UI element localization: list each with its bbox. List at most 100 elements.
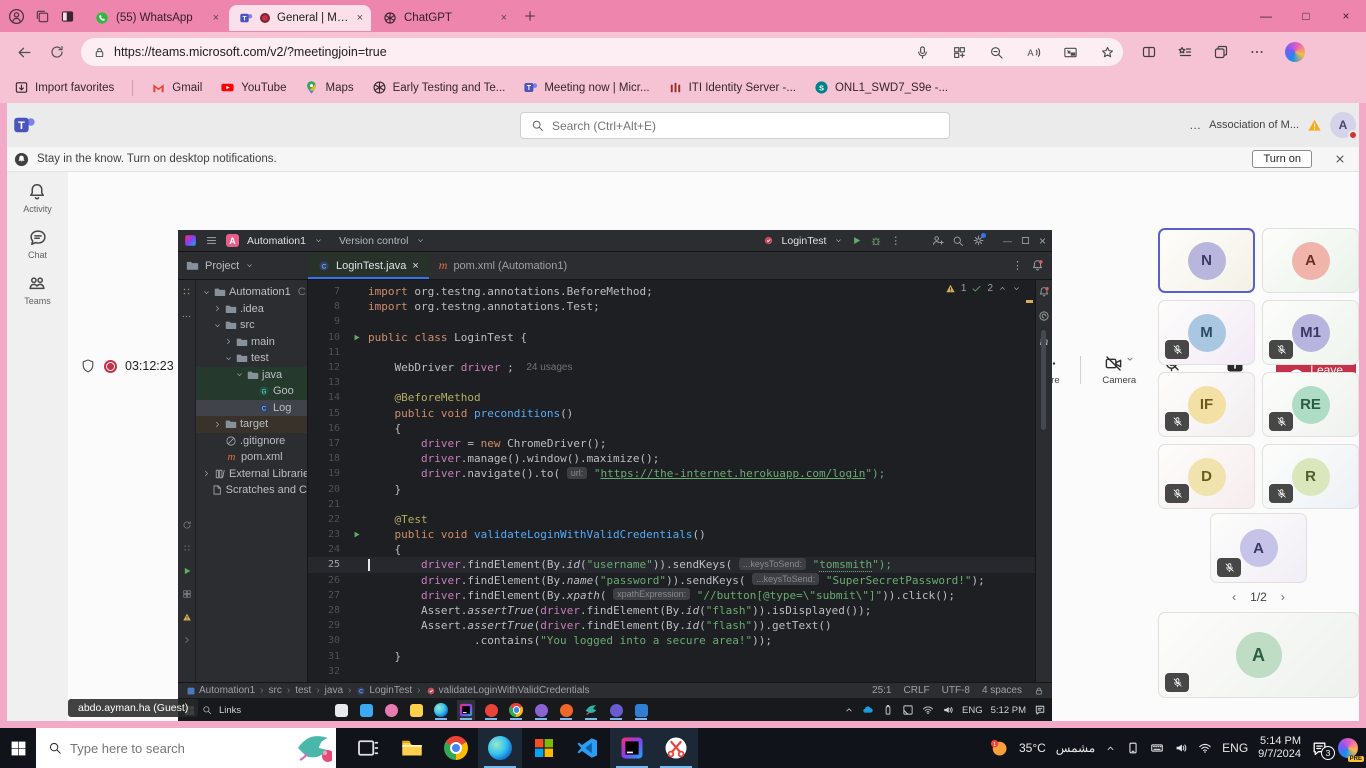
shield-icon[interactable] [80, 358, 96, 374]
screen-clip-icon[interactable] [902, 704, 914, 716]
calculator-app-icon[interactable] [332, 700, 350, 720]
code-line[interactable]: 29 Assert.assertTrue(driver.findElement(… [308, 618, 1035, 633]
participant-tile[interactable]: RE [1262, 372, 1359, 437]
indent-setting[interactable]: 4 spaces [982, 685, 1022, 696]
tree-item-automation1[interactable]: Automation1C... [196, 284, 307, 301]
breadcrumb-item[interactable]: src [269, 685, 282, 696]
code-line[interactable]: 25 driver.findElement(By.id("username"))… [308, 557, 1035, 572]
battery-icon[interactable] [882, 704, 894, 716]
structure-toggle-icon[interactable] [181, 286, 192, 297]
weather-icon[interactable]: 1 [989, 738, 1009, 758]
picture-in-picture-icon[interactable] [1063, 45, 1078, 60]
wifi-icon[interactable] [1198, 741, 1212, 755]
code-line[interactable]: 9 [308, 314, 1035, 329]
code-line[interactable]: 16 { [308, 421, 1035, 436]
tab-close-icon[interactable]: × [501, 12, 507, 24]
search-everywhere-icon[interactable] [952, 235, 964, 247]
window-minimize-button[interactable]: — [1246, 9, 1286, 23]
opera-app-icon[interactable] [482, 700, 500, 720]
microsoft-store-taskbar-button[interactable] [522, 728, 566, 768]
project-panel-header[interactable]: Project [178, 252, 308, 279]
taskbar-search[interactable] [36, 728, 336, 768]
code-line[interactable]: 8import org.testng.annotations.Test; [308, 299, 1035, 314]
tree-item-pomxml[interactable]: mpom.xml [196, 449, 307, 466]
split-screen-icon[interactable] [1141, 44, 1157, 60]
bird-app-app-icon[interactable] [582, 700, 600, 720]
run-gutter-icon[interactable] [352, 530, 361, 539]
code-line[interactable]: 26 driver.findElement(By.name("password"… [308, 573, 1035, 588]
language-indicator[interactable]: ENG [1222, 741, 1248, 755]
code-line[interactable]: 13 [308, 375, 1035, 390]
file-encoding[interactable]: UTF-8 [942, 685, 970, 696]
build-icon[interactable] [182, 543, 192, 553]
browser-tab[interactable]: ChatGPT× [373, 5, 515, 31]
chevron-up-icon[interactable] [1105, 743, 1116, 754]
edge-app-icon[interactable] [432, 700, 450, 720]
run-button-icon[interactable] [851, 235, 862, 246]
brave-app-icon[interactable] [557, 700, 575, 720]
tab-groups-icon[interactable] [1213, 44, 1229, 60]
breadcrumb-item[interactable]: java [325, 685, 343, 696]
ide-maximize-button[interactable] [1020, 235, 1031, 246]
code-line[interactable]: 19 driver.navigate().to( url: "https://t… [308, 466, 1035, 481]
line-separator[interactable]: CRLF [904, 685, 930, 696]
tree-down-arrow-icon[interactable] [235, 370, 244, 379]
back-button[interactable] [16, 44, 33, 61]
profile-avatar-icon[interactable] [8, 8, 25, 25]
search-icon[interactable] [202, 705, 212, 715]
browser-menu-icon[interactable] [1249, 44, 1265, 60]
tree-item-idea[interactable]: .idea [196, 301, 307, 318]
intellij-app-icon[interactable] [457, 700, 475, 720]
workspaces-icon[interactable] [35, 9, 50, 24]
code-line[interactable]: 10public class LoginTest { [308, 330, 1035, 345]
action-center-icon[interactable] [1034, 704, 1046, 716]
run-panel-icon[interactable] [182, 566, 192, 576]
speaker-icon[interactable] [942, 704, 954, 716]
breadcrumb-item[interactable]: CLoginTest [356, 685, 412, 696]
code-line[interactable]: 22 @Test [308, 512, 1035, 527]
url-bar[interactable]: A [81, 38, 1123, 66]
intellij-taskbar-button[interactable] [610, 728, 654, 768]
turn-on-button[interactable]: Turn on [1252, 150, 1312, 168]
run-config-name[interactable]: LoginTest [782, 235, 827, 247]
tree-item-java[interactable]: java [196, 367, 307, 384]
participant-tile[interactable]: M [1158, 300, 1255, 365]
code-line[interactable]: 27 driver.findElement(By.xpath( xpathExp… [308, 588, 1035, 603]
file-explorer-app-icon[interactable] [407, 700, 425, 720]
page-prev-icon[interactable]: ‹ [1232, 590, 1236, 604]
chrome-app-icon[interactable] [507, 700, 525, 720]
chevron-down-icon[interactable] [1125, 354, 1135, 364]
debug-button-icon[interactable] [870, 235, 882, 247]
tree-right-arrow-icon[interactable] [224, 337, 233, 346]
apps-icon[interactable] [952, 45, 967, 60]
page-next-icon[interactable]: › [1281, 590, 1285, 604]
refresh-button[interactable] [49, 44, 65, 60]
code-line[interactable]: 18 driver.manage().window().maximize(); [308, 451, 1035, 466]
file-explorer-taskbar-button[interactable] [390, 728, 434, 768]
code-line[interactable]: 32 [308, 664, 1035, 679]
bookmark-item[interactable]: TMeeting now | Micr... [523, 80, 649, 95]
profile-avatar[interactable]: A [1330, 112, 1356, 138]
url-input[interactable] [114, 45, 907, 59]
more-actions-icon[interactable]: ⋮ [890, 235, 901, 247]
code-line[interactable]: 21 [308, 497, 1035, 512]
tree-item-main[interactable]: main [196, 334, 307, 351]
speaker-icon[interactable] [1174, 741, 1188, 755]
browser-tab[interactable]: TGeneral | Microsoft Teams× [229, 5, 371, 31]
caret-position[interactable]: 25:1 [872, 685, 891, 696]
tree-item-gitignore[interactable]: .gitignore [196, 433, 307, 450]
sidebar-item-teams[interactable]: Teams [24, 274, 51, 306]
tree-right-arrow-icon[interactable] [213, 420, 222, 429]
main-menu-icon[interactable] [205, 234, 218, 247]
participant-tile[interactable]: R [1262, 444, 1359, 509]
copilot-button[interactable]: PRE [1338, 738, 1358, 758]
phone-icon[interactable] [1126, 741, 1140, 755]
participant-tile[interactable]: N [1158, 228, 1255, 293]
participant-tile[interactable]: D [1158, 444, 1255, 509]
code-line[interactable]: 14 @BeforeMethod [308, 390, 1035, 405]
code-line[interactable]: 28 Assert.assertTrue(driver.findElement(… [308, 603, 1035, 618]
bookmark-item[interactable]: SONL1_SWD7_S9e -... [814, 80, 948, 95]
chrome-taskbar-button[interactable] [434, 728, 478, 768]
copilot-icon[interactable] [1285, 42, 1305, 62]
media-app-app-icon[interactable] [382, 700, 400, 720]
